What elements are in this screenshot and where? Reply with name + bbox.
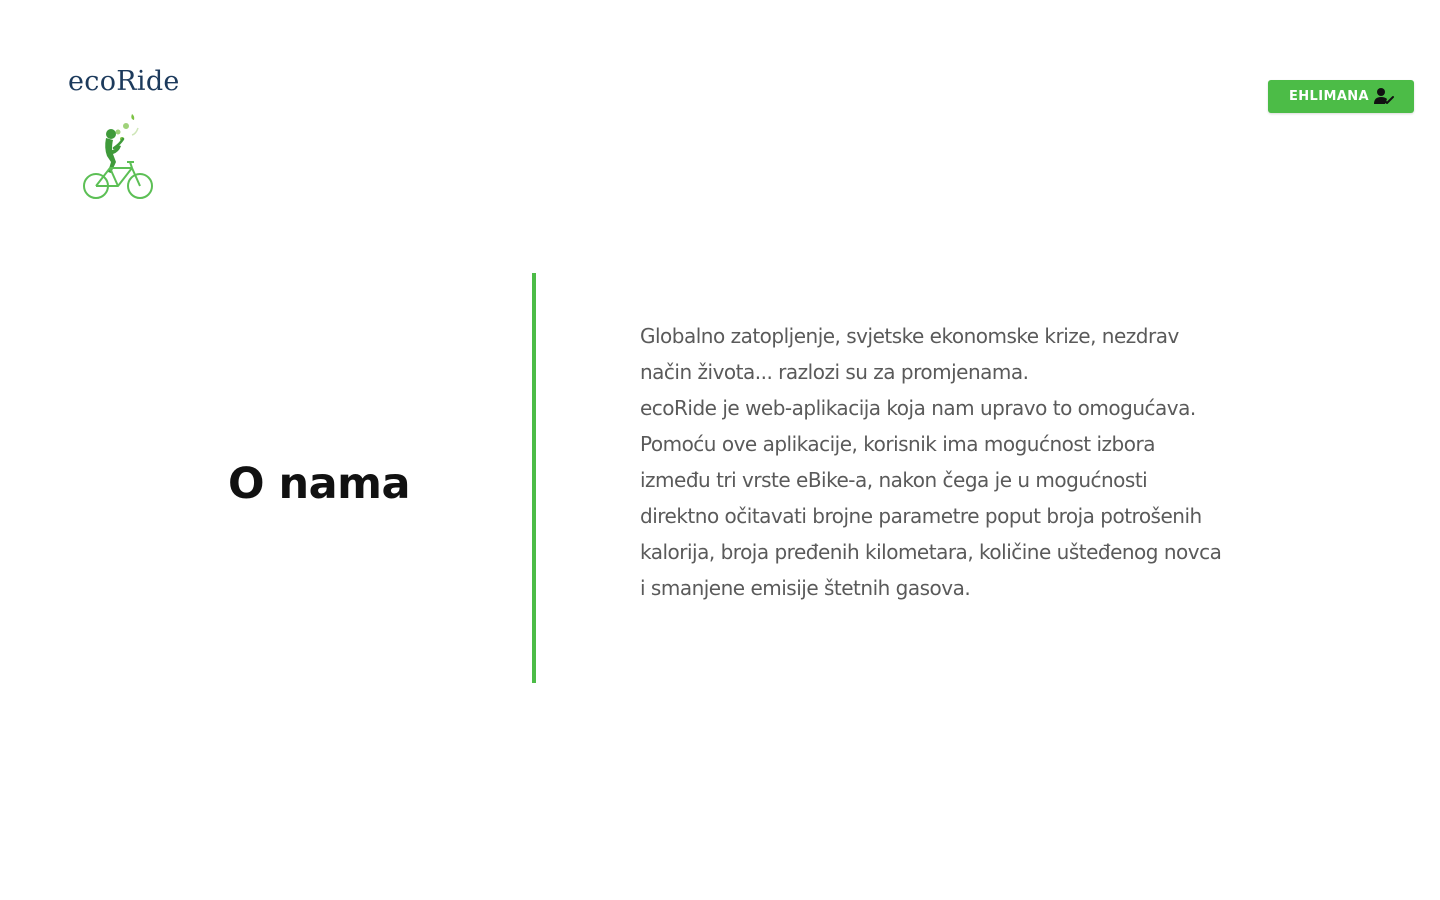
about-line: između tri vrste eBike-a, nakon čega je … — [640, 468, 1148, 492]
vertical-divider — [532, 273, 536, 683]
about-line: Pomoću ove aplikacije, korisnik ima mogu… — [640, 432, 1155, 456]
about-line: kalorija, broja pređenih kilometara, kol… — [640, 540, 1222, 564]
ecoride-logo[interactable]: ecoRide — [62, 66, 180, 206]
about-line: i smanjene emisije štetnih gasova. — [640, 576, 971, 600]
about-line: Globalno zatopljenje, svjetske ekonomske… — [640, 324, 1179, 348]
about-line: način života... razlozi su za promjenama… — [640, 360, 1029, 384]
user-check-icon — [1374, 88, 1394, 104]
user-account-button[interactable]: EHLIMANA — [1268, 80, 1414, 113]
user-button-label: EHLIMANA — [1289, 89, 1370, 104]
about-paragraph: Globalno zatopljenje, svjetske ekonomske… — [640, 318, 1280, 606]
about-line: ecoRide je web-aplikacija koja nam uprav… — [640, 396, 1196, 420]
cyclist-logo-icon — [83, 114, 153, 199]
page-title: O nama — [228, 458, 410, 509]
about-line: direktno očitavati brojne parametre popu… — [640, 504, 1202, 528]
logo-text: ecoRide — [68, 66, 180, 97]
